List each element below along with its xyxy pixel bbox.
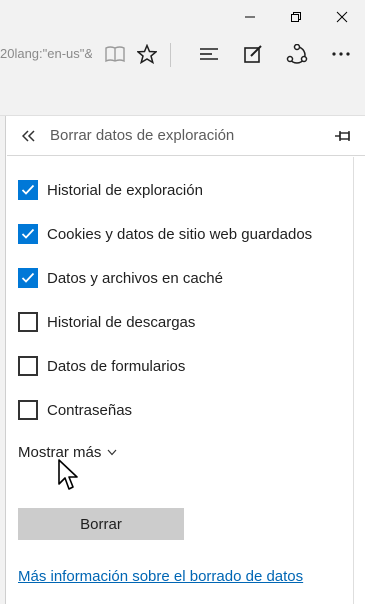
- web-note-button[interactable]: [240, 34, 266, 74]
- pen-note-icon: [244, 45, 262, 63]
- checkbox-checked[interactable]: [18, 224, 38, 244]
- checkbox-unchecked[interactable]: [18, 400, 38, 420]
- favorites-button[interactable]: [134, 34, 160, 74]
- close-icon: [336, 11, 348, 23]
- mouse-cursor-icon: [58, 459, 78, 490]
- checkmark-icon: [21, 272, 35, 283]
- restore-button[interactable]: [273, 0, 319, 34]
- close-window-button[interactable]: [319, 0, 365, 34]
- share-button[interactable]: [284, 34, 310, 74]
- minimize-button[interactable]: [227, 0, 273, 34]
- minimize-icon: [245, 16, 255, 18]
- checkbox-checked[interactable]: [18, 268, 38, 288]
- ellipsis-icon: [332, 52, 350, 56]
- address-bar[interactable]: 20lang:"en-us"&: [0, 41, 92, 67]
- option-label: Contraseñas: [47, 401, 133, 419]
- pin-panel-button[interactable]: [329, 124, 357, 148]
- option-label: Historial de descargas: [47, 313, 196, 331]
- checkmark-icon: [21, 184, 35, 195]
- panel-title: Borrar datos de exploración: [50, 127, 235, 144]
- share-icon: [286, 44, 308, 64]
- restore-icon: [291, 12, 301, 22]
- book-icon: [105, 46, 125, 63]
- option-passwords[interactable]: Contraseñas: [18, 398, 132, 422]
- back-button[interactable]: [17, 124, 41, 148]
- hub-icon: [200, 48, 218, 60]
- option-cache[interactable]: Datos y archivos en caché: [18, 266, 223, 290]
- more-actions-button[interactable]: [328, 34, 354, 74]
- checkbox-unchecked[interactable]: [18, 356, 38, 376]
- reading-view-button[interactable]: [102, 34, 128, 74]
- double-chevron-left-icon: [22, 130, 35, 142]
- title-bar: [0, 0, 365, 34]
- hub-button[interactable]: [196, 34, 222, 74]
- pin-icon: [335, 131, 350, 141]
- learn-more-link[interactable]: Más información sobre el borrado de dato…: [18, 568, 303, 585]
- chevron-down-icon: [107, 449, 117, 456]
- checkbox-unchecked[interactable]: [18, 312, 38, 332]
- clear-button[interactable]: Borrar: [18, 508, 184, 540]
- favorites-strip: [0, 74, 365, 116]
- toolbar-separator: [170, 43, 171, 67]
- option-form-data[interactable]: Datos de formularios: [18, 354, 185, 378]
- option-cookies[interactable]: Cookies y datos de sitio web guardados: [18, 222, 312, 246]
- checkmark-icon: [21, 228, 35, 239]
- option-label: Datos de formularios: [47, 357, 186, 375]
- checkbox-checked[interactable]: [18, 180, 38, 200]
- star-icon: [137, 44, 157, 64]
- option-download-history[interactable]: Historial de descargas: [18, 310, 195, 334]
- option-label: Historial de exploración: [47, 181, 203, 199]
- clear-data-panel: Borrar datos de exploración Historial de…: [7, 116, 365, 604]
- option-browsing-history[interactable]: Historial de exploración: [18, 178, 203, 202]
- panel-scrollbar[interactable]: [353, 157, 359, 604]
- option-label: Cookies y datos de sitio web guardados: [47, 225, 313, 243]
- option-label: Datos y archivos en caché: [47, 269, 223, 287]
- browser-toolbar: 20lang:"en-us"&: [0, 34, 365, 74]
- panel-header: Borrar datos de exploración: [7, 116, 365, 156]
- page-edge: [0, 116, 6, 604]
